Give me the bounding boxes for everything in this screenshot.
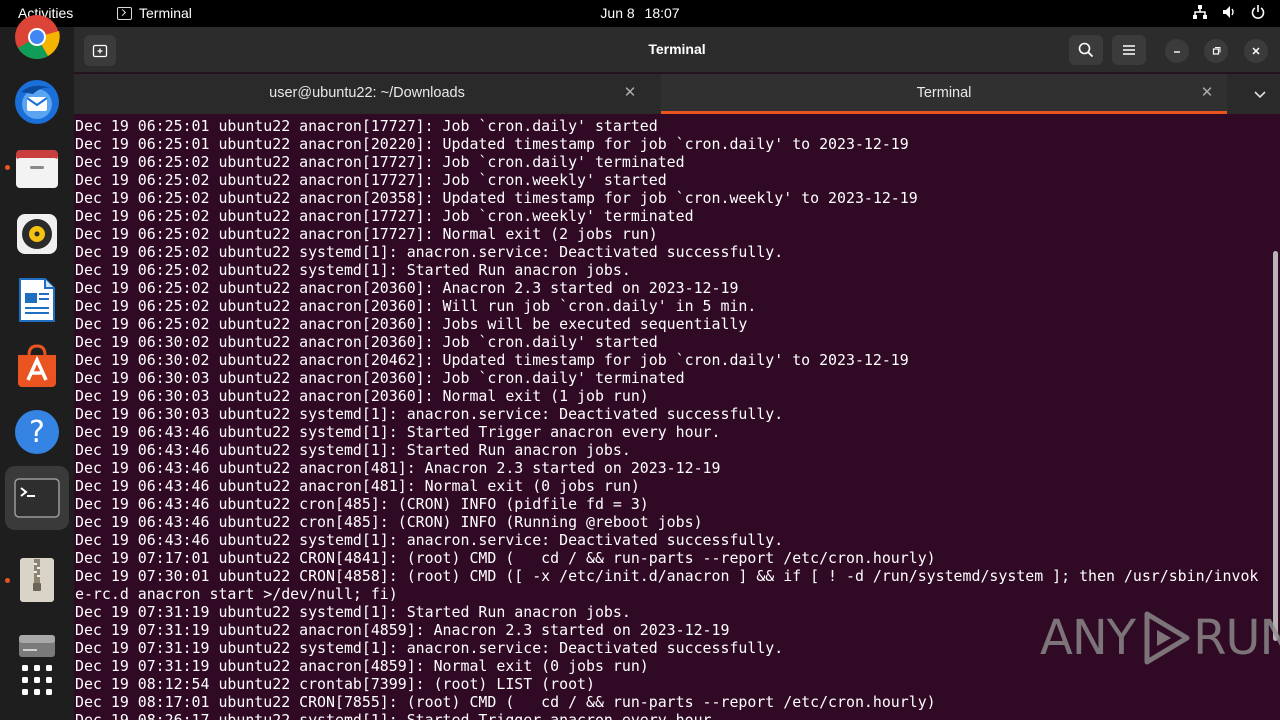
active-tab-indicator	[661, 111, 1227, 114]
anyrun-watermark: ANY RUN	[1040, 610, 1280, 666]
terminal-line: Dec 19 06:25:02 ubuntu22 systemd[1]: Sta…	[75, 261, 631, 279]
close-window-button[interactable]	[1244, 39, 1268, 63]
show-apps-button[interactable]	[5, 648, 69, 712]
terminal-line: Dec 19 06:25:02 ubuntu22 anacron[20358]:…	[75, 189, 918, 207]
terminal-line: Dec 19 07:30:01 ubuntu22 CRON[4858]: (ro…	[75, 567, 1259, 585]
system-tray[interactable]	[1192, 4, 1266, 20]
dock-item-writer[interactable]	[5, 268, 69, 332]
terminal-line: Dec 19 06:25:01 ubuntu22 anacron[20220]:…	[75, 135, 909, 153]
rhythmbox-icon	[17, 214, 57, 254]
terminal-icon	[14, 478, 60, 518]
dock-item-help[interactable]: ?	[5, 400, 69, 464]
terminal-line: Dec 19 08:12:54 ubuntu22 crontab[7399]: …	[75, 675, 595, 693]
terminal-line: Dec 19 06:25:02 ubuntu22 anacron[17727]:…	[75, 225, 658, 243]
terminal-line: Dec 19 06:25:02 ubuntu22 anacron[17727]:…	[75, 207, 694, 225]
dock-item-app-center[interactable]	[5, 334, 69, 398]
terminal-line: Dec 19 06:43:46 ubuntu22 systemd[1]: ana…	[75, 531, 784, 549]
header-bar: Terminal	[74, 27, 1280, 73]
play-logo-icon	[1144, 611, 1190, 665]
dock-item-thunderbird[interactable]	[5, 70, 69, 134]
chevron-down-icon[interactable]	[1250, 84, 1270, 104]
chrome-icon	[15, 15, 60, 59]
tab-close-icon[interactable]: ✕	[1199, 85, 1215, 101]
terminal-line: Dec 19 06:43:46 ubuntu22 systemd[1]: Sta…	[75, 441, 631, 459]
minimize-button[interactable]	[1165, 39, 1189, 63]
watermark-left-text: ANY	[1040, 610, 1136, 666]
help-icon: ?	[15, 410, 59, 454]
clock-time: 18:07	[644, 5, 680, 21]
terminal-line: Dec 19 06:25:02 ubuntu22 anacron[20360]:…	[75, 315, 748, 333]
terminal-line: Dec 19 06:43:46 ubuntu22 systemd[1]: Sta…	[75, 423, 721, 441]
thunderbird-icon	[15, 80, 59, 124]
dock-item-chrome[interactable]	[5, 5, 69, 69]
close-icon	[1252, 47, 1260, 55]
terminal-line: Dec 19 06:30:02 ubuntu22 anacron[20462]:…	[75, 351, 909, 369]
terminal-line: Dec 19 08:17:01 ubuntu22 CRON[7855]: (ro…	[75, 693, 936, 711]
terminal-line: Dec 19 06:43:46 ubuntu22 cron[485]: (CRO…	[75, 513, 703, 531]
terminal-line: Dec 19 06:25:02 ubuntu22 anacron[17727]:…	[75, 171, 667, 189]
clock[interactable]: Jun 8 18:07	[0, 5, 1280, 21]
tab-label: Terminal	[916, 85, 972, 101]
terminal-line: Dec 19 06:30:03 ubuntu22 systemd[1]: ana…	[75, 405, 784, 423]
terminal-line: Dec 19 06:25:02 ubuntu22 anacron[20360]:…	[75, 297, 757, 315]
archive-icon	[20, 558, 54, 602]
terminal-line: Dec 19 06:25:02 ubuntu22 systemd[1]: ana…	[75, 243, 784, 261]
tab-close-icon[interactable]: ✕	[622, 85, 638, 101]
network-icon	[1193, 5, 1207, 19]
terminal-line: Dec 19 06:43:46 ubuntu22 anacron[481]: N…	[75, 477, 640, 495]
power-icon	[1251, 5, 1265, 19]
tab-downloads[interactable]: user@ubuntu22: ~/Downloads ✕	[74, 74, 660, 114]
terminal-line: Dec 19 06:43:46 ubuntu22 anacron[481]: A…	[75, 459, 721, 477]
restore-icon	[1212, 47, 1221, 55]
terminal-line: Dec 19 06:43:46 ubuntu22 cron[485]: (CRO…	[75, 495, 649, 513]
menu-button[interactable]	[1112, 35, 1146, 65]
volume-icon	[1223, 6, 1234, 18]
terminal-line: Dec 19 06:25:02 ubuntu22 anacron[20360]:…	[75, 279, 739, 297]
maximize-button[interactable]	[1204, 39, 1228, 63]
files-icon	[16, 150, 58, 188]
terminal-line: e-rc.d anacron start >/dev/null; fi)	[75, 585, 398, 603]
terminal-line: Dec 19 07:17:01 ubuntu22 CRON[4841]: (ro…	[75, 549, 936, 567]
top-bar: Activities Terminal Jun 8 18:07	[0, 0, 1280, 27]
svg-text:?: ?	[29, 415, 45, 450]
terminal-line: Dec 19 08:26:17 ubuntu22 systemd[1]: Sta…	[75, 711, 721, 720]
app-center-icon	[18, 344, 56, 387]
dock-item-archive[interactable]	[5, 548, 69, 612]
search-icon	[1078, 42, 1094, 58]
tab-terminal[interactable]: Terminal ✕	[661, 74, 1227, 114]
dock-item-terminal[interactable]	[5, 466, 69, 530]
dock-item-rhythmbox[interactable]	[5, 202, 69, 266]
show-apps-icon	[22, 665, 52, 695]
terminal-line: Dec 19 06:30:03 ubuntu22 anacron[20360]:…	[75, 369, 685, 387]
watermark-right-text: RUN	[1193, 610, 1280, 666]
dock-item-files[interactable]	[5, 136, 69, 200]
scrollbar[interactable]	[1273, 251, 1278, 641]
libreoffice-writer-icon	[19, 278, 55, 322]
clock-date: Jun 8	[600, 5, 635, 21]
terminal-line: Dec 19 06:30:03 ubuntu22 anacron[20360]:…	[75, 387, 649, 405]
search-button[interactable]	[1069, 35, 1103, 65]
tab-label: user@ubuntu22: ~/Downloads	[269, 85, 465, 101]
minimize-icon	[1174, 51, 1180, 53]
terminal-line: Dec 19 06:30:02 ubuntu22 anacron[20360]:…	[75, 333, 658, 351]
tab-bar: user@ubuntu22: ~/Downloads ✕ Terminal ✕	[74, 74, 1280, 114]
hamburger-icon	[1123, 45, 1135, 55]
terminal-line: Dec 19 06:25:01 ubuntu22 anacron[17727]:…	[75, 117, 658, 135]
terminal-line: Dec 19 06:25:02 ubuntu22 anacron[17727]:…	[75, 153, 685, 171]
dock: ?	[0, 15, 74, 720]
